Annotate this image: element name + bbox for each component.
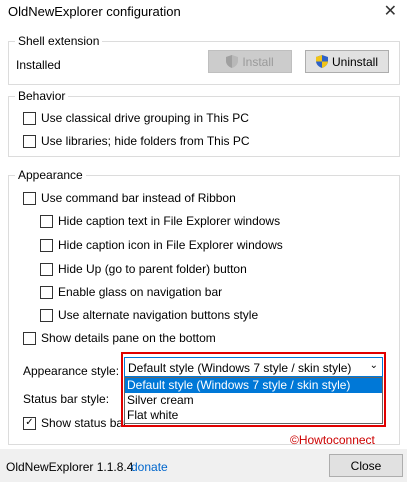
checkbox-label: Show status bar — [41, 416, 128, 430]
shell-extension-legend: Shell extension — [15, 34, 103, 48]
checkbox-label: Use classical drive grouping in This PC — [41, 111, 249, 125]
watermark: ©Howtoconnect — [290, 433, 375, 447]
checkbox-box[interactable] — [23, 134, 36, 148]
show-status-bar-checkbox[interactable]: ✓ Show status bar — [23, 416, 127, 430]
checkbox-box[interactable] — [40, 214, 53, 228]
glass-nav-bar-checkbox[interactable]: Enable glass on navigation bar — [40, 285, 222, 299]
hide-up-button-checkbox[interactable]: Hide Up (go to parent folder) button — [40, 262, 247, 276]
shield-icon — [315, 55, 328, 68]
checkbox-box[interactable]: ✓ — [23, 416, 36, 430]
shell-extension-group: Shell extension Installed Install Uninst… — [8, 34, 400, 85]
donate-link[interactable]: donate — [131, 460, 168, 474]
checkbox-label: Hide Up (go to parent folder) button — [58, 262, 247, 276]
alt-nav-buttons-checkbox[interactable]: Use alternate navigation buttons style — [40, 308, 258, 322]
install-status: Installed — [16, 58, 61, 72]
checkbox-label: Use libraries; hide folders from This PC — [41, 134, 250, 148]
close-label: Close — [350, 458, 382, 473]
details-pane-checkbox[interactable]: Show details pane on the bottom — [23, 331, 216, 345]
chevron-down-icon[interactable]: ⌄ — [370, 360, 378, 371]
checkbox-label: Hide caption icon in File Explorer windo… — [58, 238, 283, 252]
close-button[interactable]: Close — [329, 454, 403, 477]
appearance-style-label: Appearance style: — [23, 364, 120, 378]
appearance-style-value: Default style (Windows 7 style / skin st… — [128, 361, 352, 375]
checkbox-label: Hide caption text in File Explorer windo… — [58, 214, 281, 228]
checkbox-box[interactable] — [40, 238, 53, 252]
shield-icon — [226, 55, 239, 68]
checkbox-box[interactable] — [40, 308, 53, 322]
checkbox-box[interactable] — [23, 191, 36, 205]
checkbox-label: Use command bar instead of Ribbon — [41, 191, 236, 205]
checkbox-label: Enable glass on navigation bar — [58, 285, 223, 299]
appearance-style-dropdown: Default style (Windows 7 style / skin st… — [124, 377, 383, 424]
checkbox-box[interactable] — [40, 262, 53, 276]
checkbox-box[interactable] — [23, 331, 36, 345]
install-label: Install — [242, 54, 274, 69]
footer: OldNewExplorer 1.1.8.4 donate Close — [0, 449, 407, 482]
dropdown-option[interactable]: Silver cream — [125, 393, 382, 408]
checkbox-label: Show details pane on the bottom — [41, 331, 216, 345]
checkbox-box[interactable] — [23, 111, 36, 125]
dropdown-option[interactable]: Default style (Windows 7 style / skin st… — [125, 378, 382, 393]
window-title: OldNewExplorer configuration — [8, 4, 181, 19]
dropdown-option[interactable]: Flat white — [125, 408, 382, 423]
hide-caption-icon-checkbox[interactable]: Hide caption icon in File Explorer windo… — [40, 238, 283, 252]
uninstall-label: Uninstall — [331, 54, 379, 69]
appearance-legend: Appearance — [15, 168, 86, 182]
behavior-legend: Behavior — [15, 89, 69, 103]
status-bar-style-label: Status bar style: — [23, 392, 110, 406]
command-bar-checkbox[interactable]: Use command bar instead of Ribbon — [23, 191, 236, 205]
hide-caption-text-checkbox[interactable]: Hide caption text in File Explorer windo… — [40, 214, 280, 228]
install-button[interactable]: Install — [208, 50, 292, 73]
behavior-group: Behavior Use classical drive grouping in… — [8, 89, 400, 157]
drive-grouping-checkbox[interactable]: Use classical drive grouping in This PC — [23, 111, 249, 125]
title-bar: OldNewExplorer configuration ✕ — [0, 0, 407, 23]
close-icon[interactable]: ✕ — [384, 1, 397, 21]
version-text: OldNewExplorer 1.1.8.4 — [6, 460, 134, 474]
checkbox-box[interactable] — [40, 285, 53, 299]
appearance-style-select[interactable]: Default style (Windows 7 style / skin st… — [124, 357, 383, 377]
dialog-body: Shell extension Installed Install Uninst… — [0, 23, 407, 449]
checkbox-label: Use alternate navigation buttons style — [58, 308, 259, 322]
libraries-checkbox[interactable]: Use libraries; hide folders from This PC — [23, 134, 250, 148]
uninstall-button[interactable]: Uninstall — [305, 50, 389, 73]
